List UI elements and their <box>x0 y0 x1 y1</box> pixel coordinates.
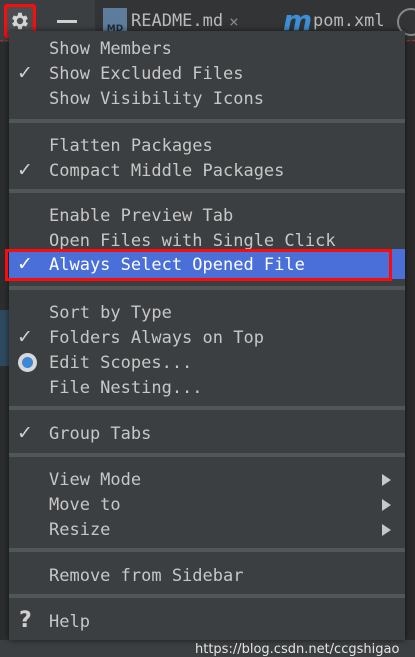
menu-item-label: Flatten Packages <box>49 136 213 156</box>
editor-edge <box>405 42 415 640</box>
menu-item-label: File Nesting... <box>49 378 203 398</box>
menu-separator <box>9 286 405 290</box>
menu-separator <box>9 406 405 410</box>
menu-item-open-files-single-click[interactable]: Open Files with Single Click <box>9 228 405 253</box>
minimize-icon <box>57 19 77 23</box>
menu-item-flatten-packages[interactable]: Flatten Packages <box>9 133 405 158</box>
menu-item-label: Remove from Sidebar <box>49 566 244 586</box>
menu-separator <box>9 119 405 123</box>
menu-item-label: Folders Always on Top <box>49 328 264 348</box>
menu-item-label: Show Visibility Icons <box>49 89 264 109</box>
menu-item-label: Move to <box>49 495 121 515</box>
tab-label: pom.xml <box>313 11 385 31</box>
gear-icon <box>12 12 28 30</box>
radio-selected-icon <box>18 353 37 372</box>
tree-selection-edge <box>0 310 9 366</box>
project-tree-edge <box>0 42 9 640</box>
menu-item-label: Resize <box>49 520 111 540</box>
menu-item-move-to[interactable]: Move to <box>9 492 405 517</box>
minimize-button[interactable] <box>56 12 78 30</box>
menu-separator <box>9 548 405 552</box>
radio-dot <box>22 357 33 368</box>
menu-item-show-members[interactable]: Show Members <box>9 36 405 61</box>
checkmark-icon: ✓ <box>17 326 33 348</box>
submenu-arrow-icon <box>382 524 391 536</box>
menu-item-label: Help <box>49 612 90 632</box>
menu-item-folders-always-on-top[interactable]: ✓ Folders Always on Top <box>9 325 405 350</box>
menu-item-label: Open Files with Single Click <box>49 231 336 251</box>
menu-item-label: Show Members <box>49 39 172 59</box>
menu-separator <box>9 594 405 598</box>
menu-item-edit-scopes[interactable]: Edit Scopes... <box>9 350 405 375</box>
checkmark-icon: ✓ <box>17 62 33 84</box>
menu-item-view-mode[interactable]: View Mode <box>9 467 405 492</box>
menu-item-compact-middle-packages[interactable]: ✓ Compact Middle Packages <box>9 158 405 183</box>
menu-item-label: Edit Scopes... <box>49 353 193 373</box>
menu-item-always-select-opened-file[interactable]: ✓ Always Select Opened File <box>9 252 405 277</box>
close-icon[interactable]: × <box>229 12 239 31</box>
menu-item-label: Always Select Opened File <box>49 255 305 275</box>
menu-item-label: Group Tabs <box>49 424 152 444</box>
submenu-arrow-icon <box>382 499 391 511</box>
options-popup-menu: Show Members ✓ Show Excluded Files Show Vis… <box>5 31 405 657</box>
menu-item-enable-preview-tab[interactable]: Enable Preview Tab <box>9 203 405 228</box>
menu-item-show-excluded-files[interactable]: ✓ Show Excluded Files <box>9 61 405 86</box>
menu-item-help[interactable]: ? Help <box>9 609 405 634</box>
menu-item-label: Show Excluded Files <box>49 64 244 84</box>
menu-item-label: Enable Preview Tab <box>49 206 234 226</box>
watermark-text: https://blog.csdn.net/ccgshigao <box>195 642 400 657</box>
menu-item-show-visibility-icons[interactable]: Show Visibility Icons <box>9 86 405 111</box>
menu-separator <box>9 189 405 193</box>
menu-item-sort-by-type[interactable]: Sort by Type <box>9 300 405 325</box>
submenu-arrow-icon <box>382 474 391 486</box>
menu-separator <box>9 453 405 457</box>
menu-item-remove-from-sidebar[interactable]: Remove from Sidebar <box>9 563 405 588</box>
checkmark-icon: ✓ <box>17 253 33 275</box>
checkmark-icon: ✓ <box>17 159 33 181</box>
menu-item-label: Sort by Type <box>49 303 172 323</box>
menu-item-label: View Mode <box>49 470 142 490</box>
menu-item-file-nesting[interactable]: File Nesting... <box>9 375 405 400</box>
menu-item-resize[interactable]: Resize <box>9 517 405 542</box>
tab-label: README.md <box>131 11 224 31</box>
help-icon: ? <box>19 608 32 633</box>
checkmark-icon: ✓ <box>17 422 33 444</box>
menu-item-label: Compact Middle Packages <box>49 161 285 181</box>
menu-item-group-tabs[interactable]: ✓ Group Tabs <box>9 421 405 446</box>
